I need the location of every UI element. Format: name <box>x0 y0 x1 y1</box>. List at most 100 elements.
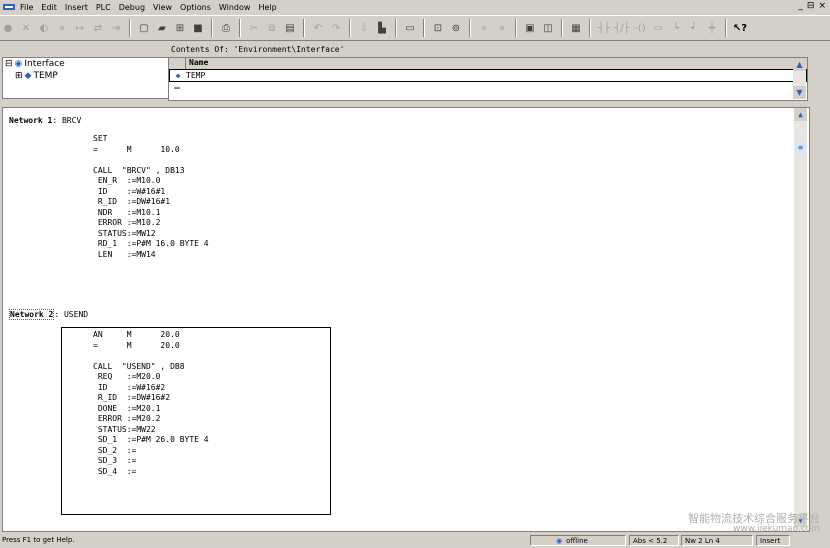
code-line[interactable]: = M 20.0 <box>93 341 180 350</box>
code-line[interactable]: = M 10.0 <box>93 145 180 154</box>
code-line[interactable]: STATUS:=MW22 <box>93 425 156 434</box>
step-into-icon[interactable]: ↦ <box>72 20 88 36</box>
branch-open-icon[interactable]: ┕ <box>668 20 684 36</box>
run-icon[interactable]: ⇥ <box>108 20 124 36</box>
network-2-title[interactable]: Network 2: USEND <box>9 309 88 320</box>
toolbar-separator <box>589 19 591 37</box>
copy-icon[interactable]: ⧉ <box>264 20 280 36</box>
code-line[interactable]: SD_3 := <box>93 456 137 465</box>
menu-edit[interactable]: Edit <box>37 3 61 12</box>
paste-icon[interactable]: ▤ <box>282 20 298 36</box>
online-status: ◉ offline <box>530 535 626 546</box>
next-network-icon[interactable]: » <box>494 20 510 36</box>
menu-window[interactable]: Window <box>215 3 255 12</box>
network-1-title[interactable]: Network 1: BRCV <box>9 116 81 125</box>
open-icon[interactable]: ▰ <box>154 20 170 36</box>
scroll-up-icon[interactable]: ▲ <box>793 58 806 71</box>
download-icon[interactable]: ▙ <box>374 20 390 36</box>
prev-network-icon[interactable]: « <box>476 20 492 36</box>
redo-icon[interactable]: ↷ <box>328 20 344 36</box>
save-icon[interactable]: ■ <box>190 20 206 36</box>
contents-scrollbar[interactable]: ▲ ▼ <box>793 58 806 99</box>
contents-label: Contents Of: 'Environment\Interface' <box>171 45 345 54</box>
code-line[interactable]: CALL "BRCV" , DB13 <box>93 166 185 175</box>
code-line[interactable]: ID :=W#16#1 <box>93 187 165 196</box>
code-line[interactable]: CALL "USEND" , DB8 <box>93 362 185 371</box>
stl-editor[interactable]: Network 1: BRCV SET = M 10.0 CALL "BRCV" ,… <box>2 107 810 532</box>
disconnect-icon[interactable]: ✕ <box>18 20 34 36</box>
online-icon[interactable]: ● <box>0 20 16 36</box>
scroll-down-icon[interactable]: ▼ <box>793 86 806 99</box>
code-line[interactable]: SD_2 := <box>93 446 137 455</box>
code-line[interactable]: SET <box>93 134 107 143</box>
accessible-nodes-icon[interactable]: ⊞ <box>172 20 188 36</box>
menu-insert[interactable]: Insert <box>61 3 92 12</box>
code-line[interactable]: R_ID :=DW#16#2 <box>93 393 170 402</box>
list-header: Name <box>169 58 807 69</box>
name-column-header[interactable]: Name <box>186 58 807 69</box>
network-icon[interactable]: ⊡ <box>430 20 446 36</box>
coil-icon[interactable]: -() <box>632 20 648 36</box>
tree-item-temp[interactable]: ⊞ ◆ TEMP <box>3 70 168 82</box>
code-line[interactable]: REQ :=M20.0 <box>93 372 161 381</box>
close-button[interactable]: × <box>818 1 826 11</box>
tree-item-label: Interface <box>24 59 65 69</box>
contact-no-icon[interactable]: ┤├ <box>596 20 612 36</box>
overview-icon[interactable]: ▭ <box>402 20 418 36</box>
undo-icon[interactable]: ↶ <box>310 20 326 36</box>
expand-icon[interactable]: ⊞ <box>15 71 23 81</box>
menu-debug[interactable]: Debug <box>115 3 149 12</box>
whats-this-help-icon[interactable]: ↖? <box>732 20 748 36</box>
code-line[interactable]: RD_1 :=P#M 16.0 BYTE 4 <box>93 239 209 248</box>
code-line[interactable]: AN M 20.0 <box>93 330 180 339</box>
app-icon <box>3 4 15 10</box>
scroll-up-icon[interactable]: ▲ <box>794 108 807 121</box>
new-row-icon: ▭ <box>174 83 180 92</box>
minimize-button[interactable]: _ <box>798 1 803 11</box>
fbd-view-icon[interactable]: ◫ <box>540 20 556 36</box>
toolbar-separator <box>211 19 213 37</box>
code-line[interactable]: STATUS:=MW12 <box>93 229 156 238</box>
contact-nc-icon[interactable]: ┤/├ <box>614 20 630 36</box>
print-icon[interactable]: ⎙ <box>218 20 234 36</box>
help-text: Press F1 to get Help. <box>2 536 75 544</box>
ladder-view-icon[interactable]: ▣ <box>522 20 538 36</box>
scroll-thumb[interactable]: ≡ <box>794 141 807 154</box>
code-line[interactable]: R_ID :=DW#16#1 <box>93 197 170 206</box>
code-line[interactable]: EN_R :=M10.0 <box>93 176 161 185</box>
tree-item-interface[interactable]: ⊟ ◉ Interface <box>3 58 168 70</box>
code-line[interactable]: ERROR :=M20.2 <box>93 414 161 423</box>
code-line[interactable]: NDR :=M10.1 <box>93 208 161 217</box>
connection-icon[interactable]: ┿ <box>704 20 720 36</box>
insert-mode-indicator: Insert <box>756 535 790 546</box>
restore-button[interactable]: ⊟ <box>807 1 815 11</box>
breakpoint-icon[interactable]: ⇄ <box>90 20 106 36</box>
load-icon[interactable]: ⇩ <box>356 20 372 36</box>
code-line[interactable]: SD_1 :=P#M 26.0 BYTE 4 <box>93 435 209 444</box>
code-line[interactable]: DONE :=M20.1 <box>93 404 161 413</box>
branch-close-icon[interactable]: ┙ <box>686 20 702 36</box>
toolbar-separator <box>561 19 563 37</box>
menu-view[interactable]: View <box>149 3 176 12</box>
menu-options[interactable]: Options <box>176 3 215 12</box>
box-icon[interactable]: ▭ <box>650 20 666 36</box>
list-item-label: TEMP <box>186 71 206 80</box>
menu-file[interactable]: File <box>16 3 37 12</box>
code-line[interactable]: LEN :=MW14 <box>93 250 156 259</box>
step-icon[interactable]: » <box>54 20 70 36</box>
network-2-label[interactable]: Network 2 <box>9 309 55 320</box>
monitor-on-icon[interactable]: ⊚ <box>448 20 464 36</box>
code-line[interactable]: ID :=W#16#2 <box>93 383 165 392</box>
code-line[interactable]: SD_4 := <box>93 467 137 476</box>
list-item[interactable]: ▭ <box>169 82 807 93</box>
cut-icon[interactable]: ✂ <box>246 20 262 36</box>
stl-view-icon[interactable]: ▦ <box>568 20 584 36</box>
collapse-icon[interactable]: ⊟ <box>5 59 13 69</box>
code-line[interactable]: ERROR :=M10.2 <box>93 218 161 227</box>
menu-plc[interactable]: PLC <box>92 3 115 12</box>
new-icon[interactable]: ▢ <box>136 20 152 36</box>
menu-help[interactable]: Help <box>254 3 280 12</box>
monitor-icon[interactable]: ◐ <box>36 20 52 36</box>
editor-scrollbar[interactable]: ▲ ≡ ▼ <box>794 108 807 530</box>
list-item[interactable]: ◆ TEMP <box>169 69 807 82</box>
